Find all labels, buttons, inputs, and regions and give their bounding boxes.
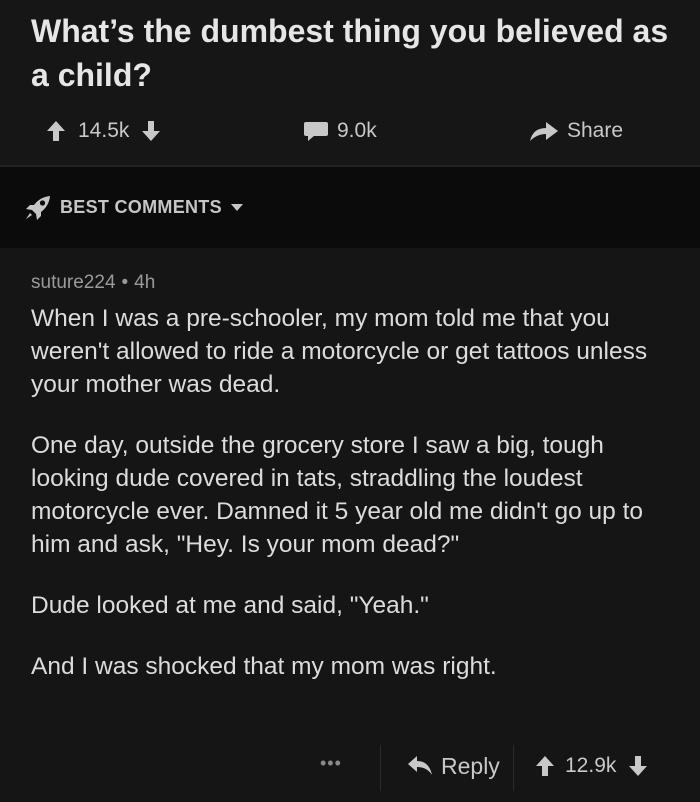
share-label: Share [567, 119, 624, 142]
post-title[interactable]: What’s the dumbest thing you believed as… [31, 9, 671, 97]
sort-dropdown[interactable]: BEST COMMENTS [24, 195, 244, 221]
comment-age: 4h [134, 272, 156, 293]
divider [380, 745, 381, 791]
comment-paragraph: One day, outside the grocery store I saw… [31, 432, 644, 558]
caret-down-icon [230, 199, 244, 217]
up-arrow-icon[interactable] [46, 120, 66, 142]
comment-sort-bar: BEST COMMENTS [0, 167, 700, 248]
comment-author[interactable]: suture224 [31, 272, 116, 293]
comment-meta: suture224 • 4h [31, 272, 155, 294]
down-arrow-icon[interactable] [628, 755, 648, 777]
reply-arrow-icon [407, 755, 433, 777]
comments-count-label: 9.0k [337, 119, 377, 142]
meta-separator: • [121, 272, 129, 293]
comment-bubble-icon [303, 120, 329, 142]
reply-label: Reply [441, 752, 500, 779]
comment-paragraph: When I was a pre-schooler, my mom told m… [31, 305, 648, 398]
comment: suture224 • 4h When I was a pre-schooler, … [0, 248, 700, 802]
comment-body: When I was a pre-schooler, my mom told m… [31, 302, 681, 711]
comment-vote-group: 12.9k [535, 743, 648, 789]
sort-label: BEST COMMENTS [60, 197, 222, 217]
comment-actions: ••• Reply 12.9k [0, 743, 700, 793]
post-header: What’s the dumbest thing you believed as… [0, 0, 700, 168]
more-dots-icon[interactable]: ••• [320, 753, 342, 774]
comment-score: 12.9k [565, 754, 617, 777]
comments-button[interactable]: 9.0k [303, 110, 377, 152]
up-arrow-icon[interactable] [535, 755, 555, 777]
share-arrow-icon [529, 120, 559, 142]
reply-button[interactable]: Reply [407, 743, 500, 789]
down-arrow-icon[interactable] [141, 120, 161, 142]
comment-paragraph: Dude looked at me and said, "Yeah." [31, 592, 429, 619]
rocket-icon [24, 195, 52, 221]
post-score: 14.5k [78, 119, 130, 142]
comment-paragraph: And I was shocked that my mom was right. [31, 653, 497, 680]
share-button[interactable]: Share [529, 110, 623, 152]
post-vote-group: 14.5k [46, 110, 161, 152]
divider [513, 745, 514, 791]
post-action-bar: 14.5k 9.0k Share [0, 110, 700, 152]
